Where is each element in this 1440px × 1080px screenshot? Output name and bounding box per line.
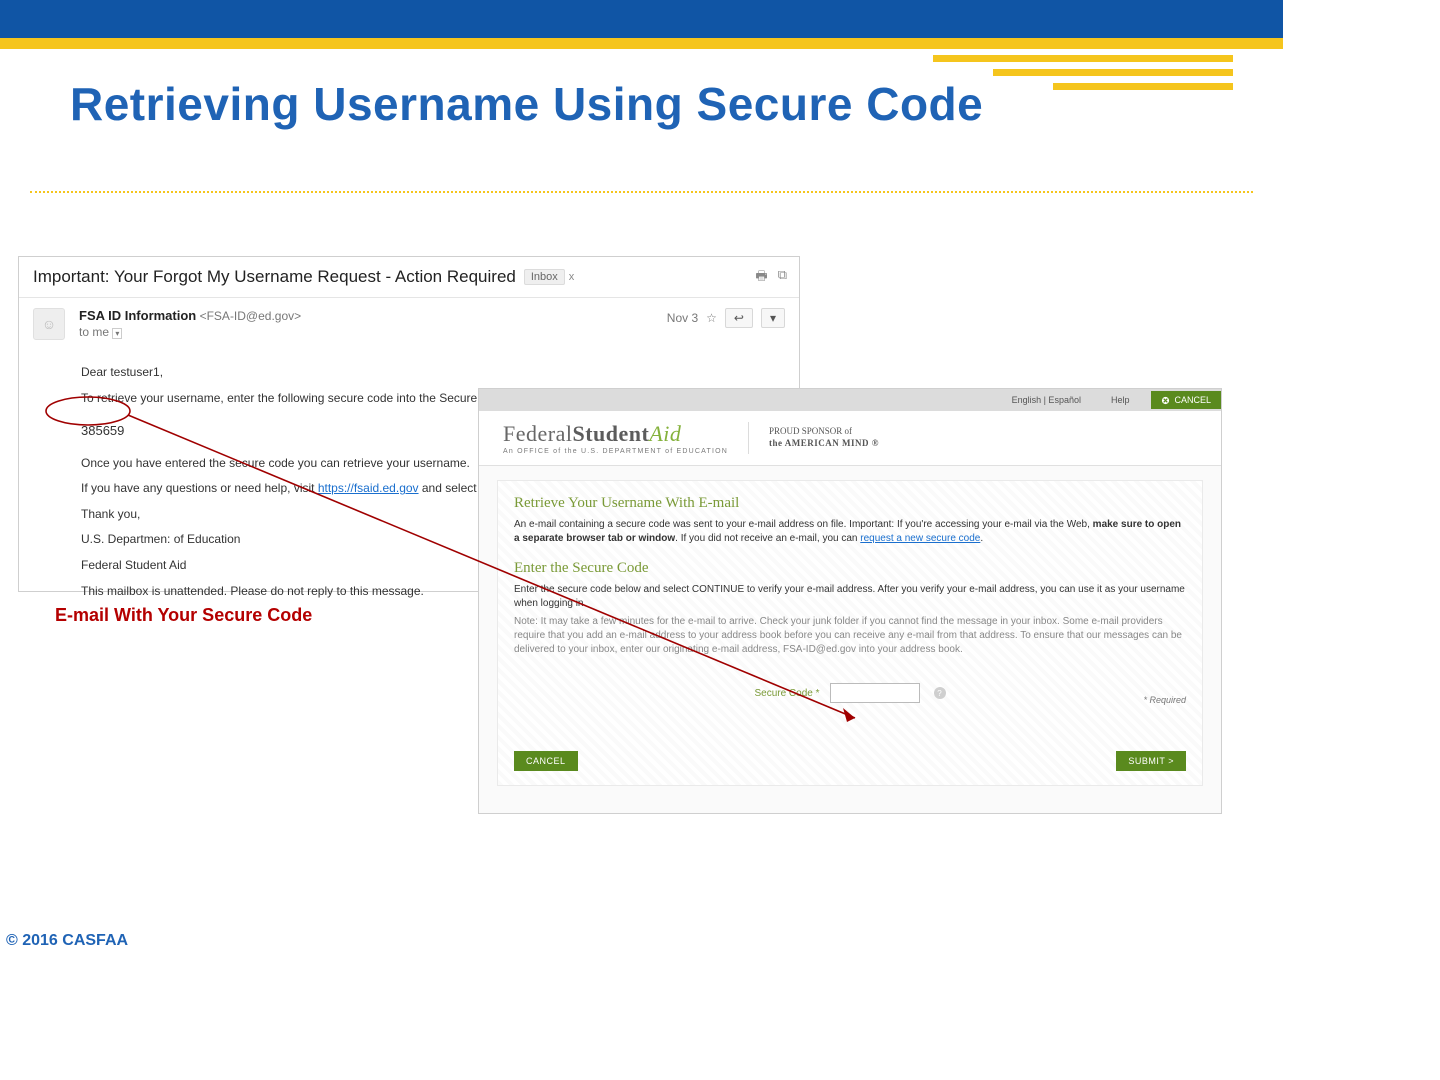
brand-subtitle: An OFFICE of the U.S. DEPARTMENT of EDUC… <box>503 448 728 455</box>
section1-b: . If you did not receive an e-mail, you … <box>675 533 860 544</box>
inbox-tag[interactable]: Inbox <box>524 269 565 285</box>
popout-icon[interactable]: ⧉ <box>778 267 787 289</box>
email-caption: E-mail With Your Secure Code <box>55 605 312 626</box>
brand-logo: FederalStudentAid <box>503 421 728 447</box>
print-icon[interactable]: 🖶 <box>755 267 767 289</box>
divider-dotted <box>30 191 1253 193</box>
fsa-panel: English | Español Help CANCEL FederalStu… <box>478 388 1222 814</box>
brand-divider <box>748 422 749 454</box>
from-addr: <FSA-ID@ed.gov> <box>200 309 302 323</box>
email-subject: Important: Your Forgot My Username Reque… <box>33 267 516 287</box>
request-new-code-link[interactable]: request a new secure code <box>860 533 980 544</box>
to-line: to me <box>79 325 109 339</box>
email-date: Nov 3 <box>667 311 698 325</box>
submit-button[interactable]: SUBMIT > <box>1116 751 1186 771</box>
lang-switch[interactable]: English | Español <box>1004 395 1089 405</box>
section1-a: An e-mail containing a secure code was s… <box>514 519 1093 530</box>
star-icon[interactable]: ☆ <box>706 311 717 325</box>
header-yellow-bar <box>0 38 1283 49</box>
email-header: Important: Your Forgot My Username Reque… <box>19 257 799 298</box>
secure-code-input[interactable] <box>830 683 920 703</box>
fsa-brand: FederalStudentAid An OFFICE of the U.S. … <box>479 411 1221 466</box>
section2-p1: Enter the secure code below and select C… <box>514 583 1186 611</box>
required-note: * Required <box>1143 695 1186 705</box>
topbar-cancel-button[interactable]: CANCEL <box>1151 391 1221 409</box>
more-button[interactable]: ▾ <box>761 308 785 328</box>
reply-button[interactable]: ↩ <box>725 308 753 328</box>
inbox-close-icon[interactable]: x <box>569 271 575 283</box>
fsa-content: Retrieve Your Username With E-mail An e-… <box>497 480 1203 786</box>
header-blue-bar <box>0 0 1283 38</box>
avatar: ☺ <box>33 308 65 340</box>
close-icon <box>1161 396 1170 405</box>
greeting: Dear testuser1, <box>81 362 785 384</box>
help-link-top[interactable]: Help <box>1103 395 1138 405</box>
cancel-button[interactable]: CANCEL <box>514 751 578 771</box>
topbar-cancel-label: CANCEL <box>1174 395 1211 405</box>
sponsor-text: PROUD SPONSOR of the AMERICAN MIND ® <box>769 426 879 449</box>
section1-title: Retrieve Your Username With E-mail <box>514 495 1186 512</box>
help-link[interactable]: https://fsaid.ed.gov <box>318 481 419 495</box>
section2-title: Enter the Secure Code <box>514 560 1186 577</box>
from-name: FSA ID Information <box>79 308 196 323</box>
section2-p2: Note: It may take a few minutes for the … <box>514 615 1186 657</box>
help-icon[interactable]: ? <box>934 687 946 699</box>
dropdown-icon[interactable]: ▾ <box>112 328 122 339</box>
body-line3a: If you have any questions or need help, … <box>81 481 318 495</box>
fsa-topbar: English | Español Help CANCEL <box>479 389 1221 411</box>
footer-copyright: © 2016 CASFAA <box>6 932 128 950</box>
secure-code-value: 385659 <box>81 419 124 442</box>
secure-code-field-row: Secure Code * ? <box>514 683 1186 703</box>
decor-bars <box>933 55 1233 90</box>
secure-code-label: Secure Code * <box>754 688 819 699</box>
